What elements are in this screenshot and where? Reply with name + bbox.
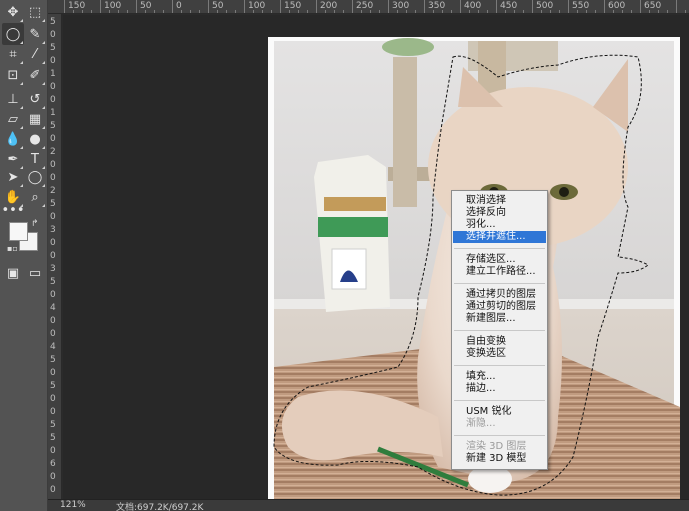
gradient-icon[interactable]: ▦	[24, 108, 46, 130]
ruler-label: 0	[50, 394, 56, 404]
ruler-label: 6	[50, 459, 56, 469]
selection-context-menu: 取消选择 选择反向 羽化... 选择并遮住... 存储选区... 建立工作路径... 通过拷…	[451, 190, 548, 470]
ruler-label: 1	[50, 108, 56, 118]
ruler-label: 5	[50, 381, 56, 391]
horizontal-ruler[interactable]: 150 100 50 0 50 100 150 200 250 300 350 400 450 500 55…	[48, 0, 689, 14]
quick-mask-icon[interactable]: ▣	[2, 262, 24, 284]
stamp-icon[interactable]: ⊥	[2, 88, 24, 110]
ruler-label: 0	[50, 134, 56, 144]
menu-item[interactable]: 自由变换	[453, 336, 546, 348]
healing-icon[interactable]: ⊡	[2, 64, 24, 86]
ruler-label: 0	[50, 446, 56, 456]
ruler-label: 5	[50, 277, 56, 287]
menu-item[interactable]: 描边...	[453, 383, 546, 395]
ruler-label: 0	[50, 368, 56, 378]
ruler-label: 0	[50, 290, 56, 300]
move-icon[interactable]: ✥	[2, 1, 24, 23]
menu-item[interactable]: 填充...	[453, 371, 546, 383]
default-colors-icon[interactable]: ▪▫	[7, 244, 18, 253]
ruler-label: 5	[50, 121, 56, 131]
ruler-label: 4	[50, 303, 56, 313]
path-select-icon[interactable]: ➤	[2, 166, 24, 188]
ruler-label: 5	[50, 199, 56, 209]
eraser-icon[interactable]: ▱	[2, 108, 24, 130]
menu-separator	[454, 248, 545, 249]
lasso-icon[interactable]: ◯	[2, 23, 24, 45]
menu-item[interactable]: 选择反向	[453, 207, 546, 219]
ruler-label: 5	[50, 43, 56, 53]
ruler-label: 0	[50, 485, 56, 495]
menu-separator	[454, 365, 545, 366]
ruler-label: 5	[50, 420, 56, 430]
quick-select-icon[interactable]: ✎	[24, 23, 46, 45]
menu-item: 渐隐...	[466, 418, 496, 429]
menu-item[interactable]: 新建图层...	[453, 313, 546, 325]
ruler-label: 0	[50, 472, 56, 482]
menu-item[interactable]: 取消选择	[453, 195, 546, 207]
menu-item[interactable]: 变换选区	[453, 348, 546, 360]
menu-item[interactable]: 新建 3D 模型	[453, 453, 546, 465]
menu-separator	[454, 435, 545, 436]
menu-item[interactable]: 存储选区...	[453, 254, 546, 266]
zoom-icon[interactable]: ⌕	[24, 186, 46, 208]
blur-icon[interactable]: 💧	[2, 128, 24, 150]
screen-mode-icon[interactable]: ▭	[24, 262, 46, 284]
ruler-label: 0	[50, 56, 56, 66]
menu-item[interactable]: 通过拷贝的图层	[453, 289, 546, 301]
menu-separator	[454, 283, 545, 284]
ruler-label: 0	[50, 407, 56, 417]
ruler-label: 5	[50, 355, 56, 365]
vertical-ruler[interactable]: 5 0 5 0 1 0 0 1 5 0 2 0 0 2 5 0 3 0 0 3 5 0 4 0 0 4 5 0 5 0 0 5 5 0 6 0 0	[48, 14, 62, 499]
menu-item: 渲染 3D 图层	[466, 441, 527, 452]
ruler-label: 0	[50, 160, 56, 170]
ruler-label: 2	[50, 147, 56, 157]
ruler-label: 2	[50, 186, 56, 196]
menu-item[interactable]: 建立工作路径...	[453, 266, 546, 278]
document-size-info: 文档:697.2K/697.2K	[116, 503, 204, 511]
ruler-label: 0	[50, 329, 56, 339]
swap-colors-icon[interactable]: ↱	[31, 219, 39, 229]
eyedropper-icon[interactable]: ⁄	[24, 43, 46, 65]
status-bar: 121% 文档:697.2K/697.2K	[48, 499, 689, 511]
crop-icon[interactable]: ⌗	[2, 43, 24, 65]
brush-icon[interactable]: ✐	[24, 64, 46, 86]
ruler-label: 0	[50, 238, 56, 248]
menu-separator	[454, 330, 545, 331]
tool-flyout-indicator	[42, 82, 45, 85]
ruler-label: 0	[50, 82, 56, 92]
tools-panel: ✥ ⬚ ◯ ✎ ⌗ ⁄ ⊡ ✐ ⊥ ↺ ▱ ▦ 💧 ● ✒ T ➤ ◯ ✋ ⌕ ••• ↱ ▪▫ ▣ ▭	[0, 0, 48, 511]
tool-flyout-indicator	[42, 19, 45, 22]
menu-item[interactable]: 通过剪切的图层	[453, 301, 546, 313]
ruler-label: 3	[50, 225, 56, 235]
tool-flyout-indicator	[20, 19, 23, 22]
canvas-area[interactable]	[63, 15, 689, 511]
shape-icon[interactable]: ◯	[24, 166, 46, 188]
ruler-label: 0	[50, 95, 56, 105]
dodge-icon[interactable]: ●	[24, 128, 46, 150]
ruler-label: 4	[50, 342, 56, 352]
ruler-label: 0	[50, 251, 56, 261]
ruler-label: 0	[50, 316, 56, 326]
menu-item[interactable]: USM 锐化	[453, 406, 546, 418]
ruler-label: 0	[50, 212, 56, 222]
ruler-label: 1	[50, 69, 56, 79]
ruler-label: 5	[50, 17, 56, 27]
ruler-label: 3	[50, 264, 56, 274]
zoom-level[interactable]: 121%	[60, 500, 86, 510]
ruler-label: 0	[50, 30, 56, 40]
more-tools-icon[interactable]: •••	[2, 199, 25, 221]
menu-separator	[454, 400, 545, 401]
ruler-label: 0	[50, 173, 56, 183]
menu-item[interactable]: 羽化...	[453, 219, 546, 231]
marquee-icon[interactable]: ⬚	[24, 1, 46, 23]
history-brush-icon[interactable]: ↺	[24, 88, 46, 110]
foreground-color-swatch[interactable]	[9, 222, 28, 241]
menu-item[interactable]: 选择并遮住...	[453, 231, 546, 243]
tool-flyout-indicator	[20, 82, 23, 85]
ruler-label: 5	[50, 433, 56, 443]
tool-flyout-indicator	[42, 204, 45, 207]
